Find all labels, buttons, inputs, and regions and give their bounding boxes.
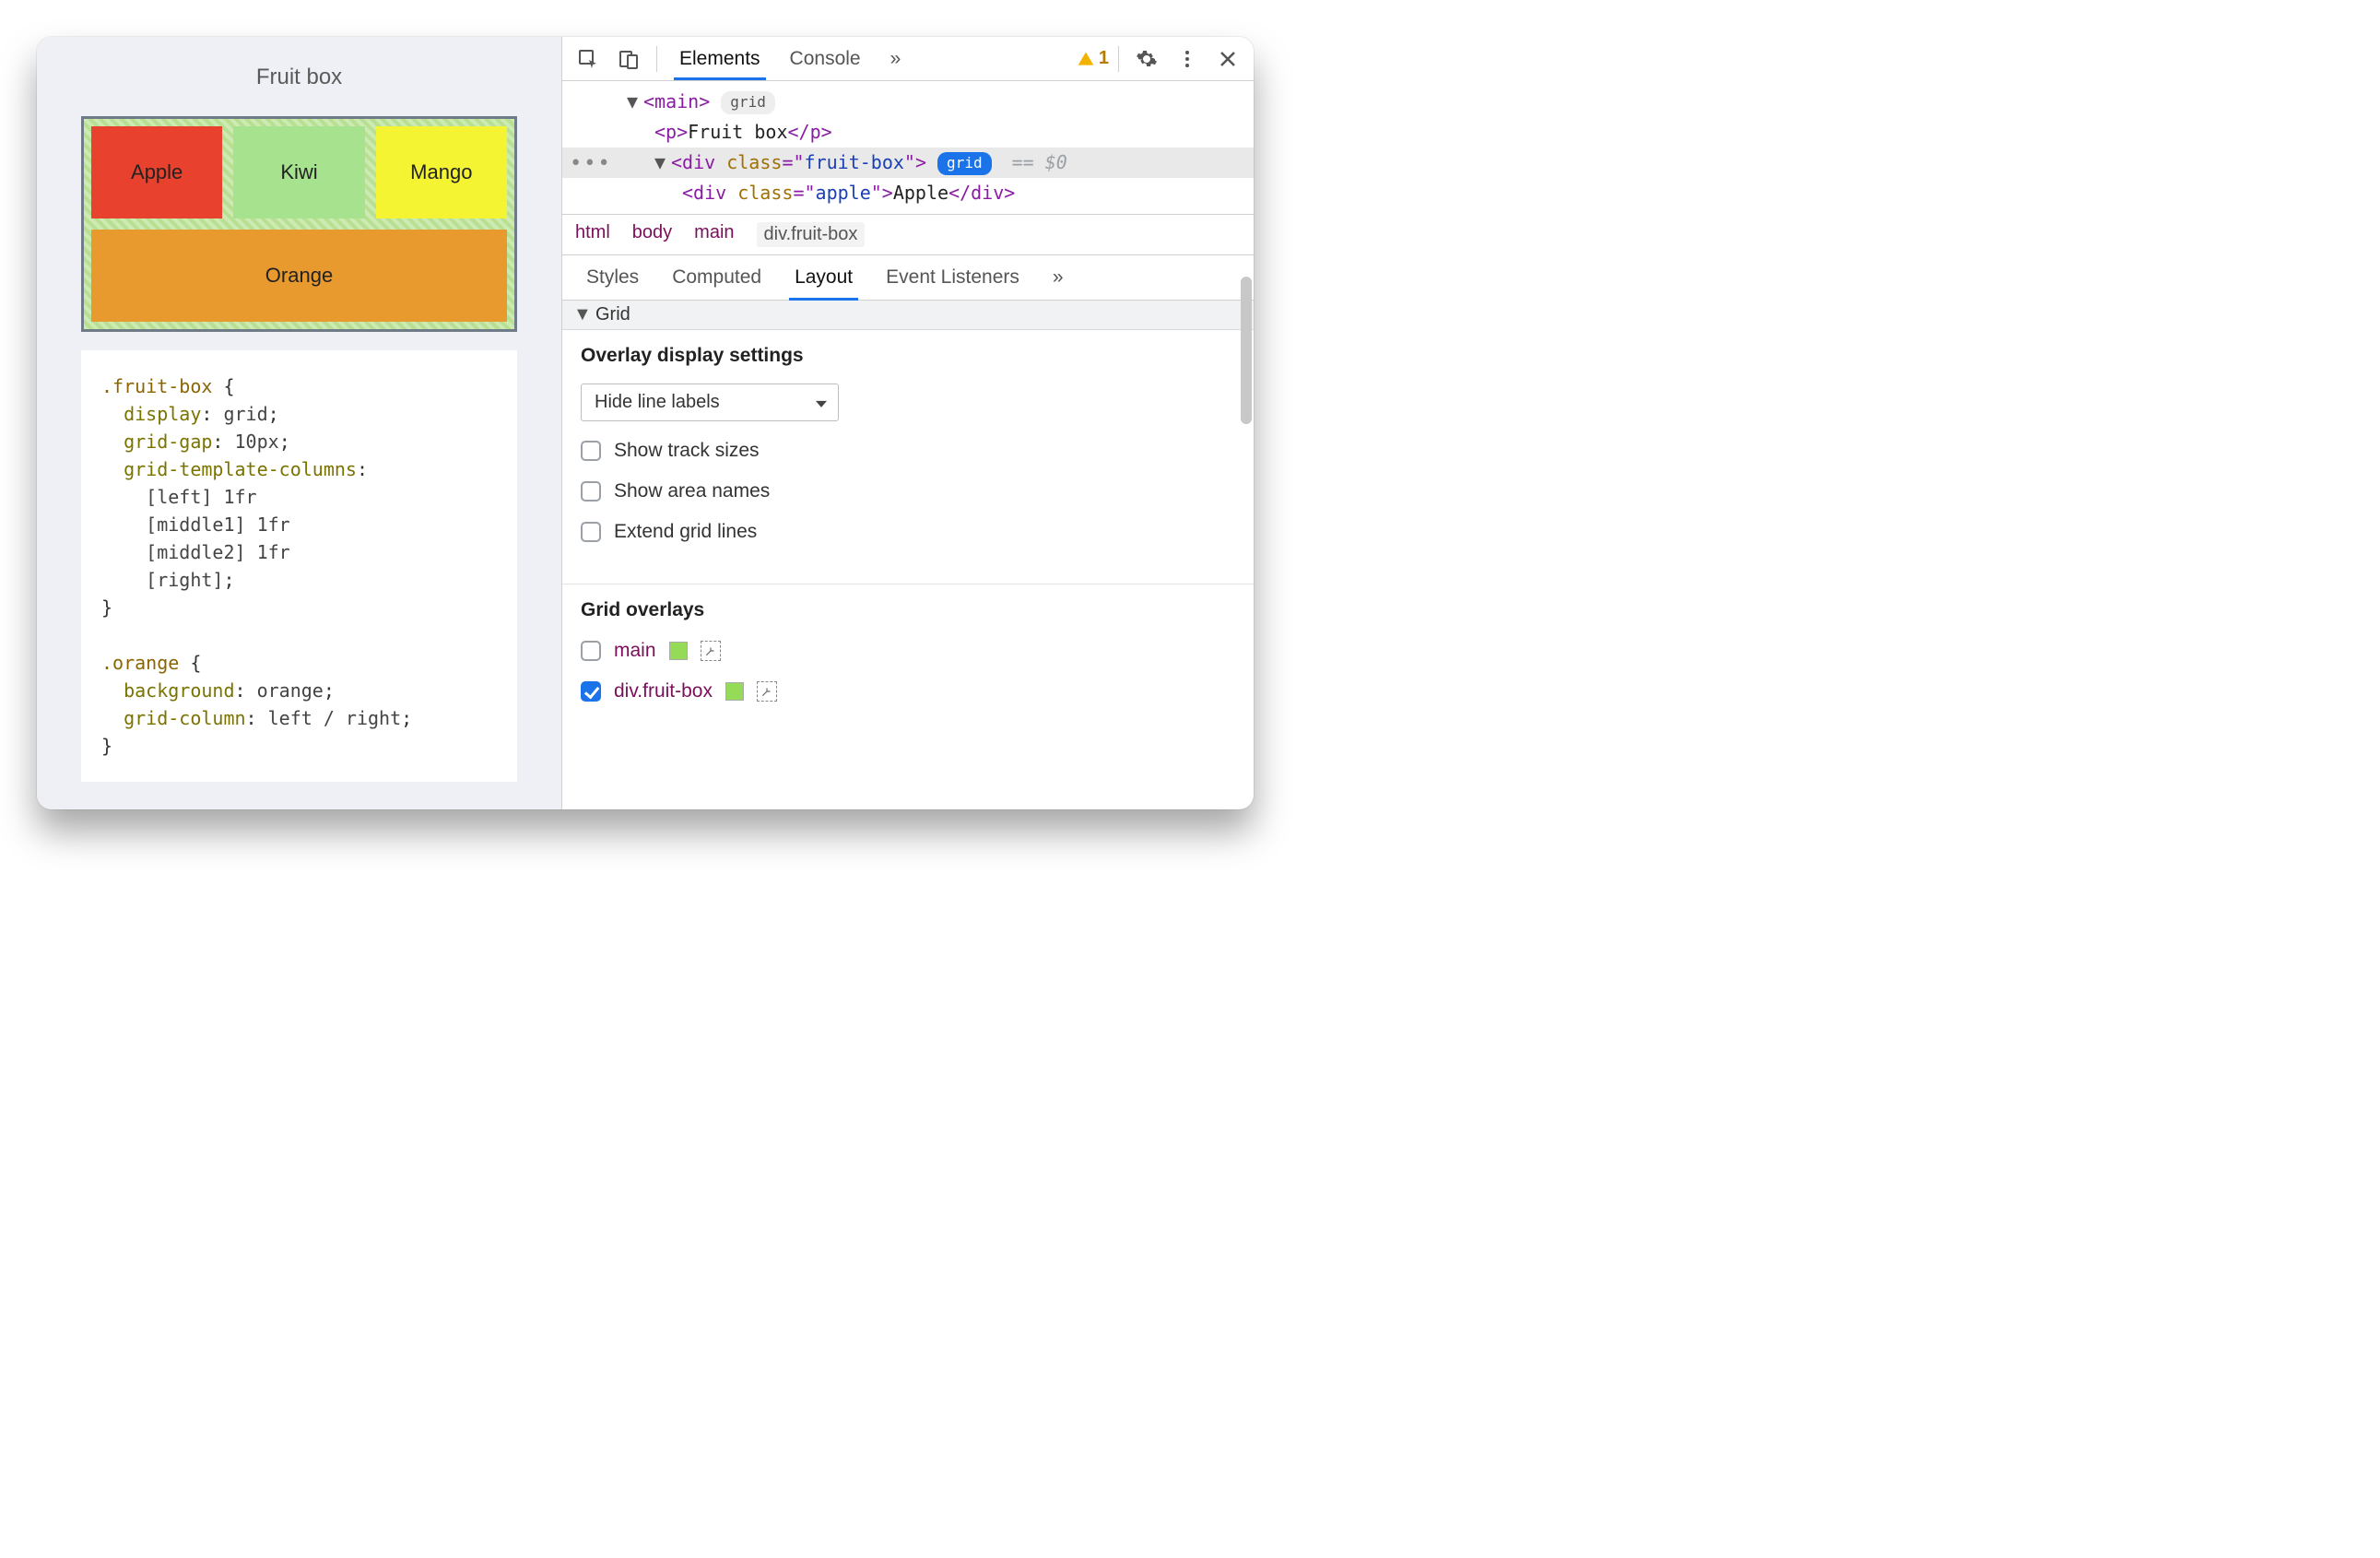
subtab-more[interactable]: » bbox=[1038, 255, 1078, 300]
devtools-pane: Elements Console » 1 ▼<main> grid bbox=[562, 37, 1254, 809]
checkbox-icon[interactable] bbox=[581, 441, 601, 461]
dom-node-main[interactable]: ▼<main> grid bbox=[562, 87, 1254, 117]
kebab-menu-icon[interactable] bbox=[1169, 41, 1206, 77]
subtab-styles[interactable]: Styles bbox=[571, 255, 654, 300]
grid-overlays-panel: Grid overlays main div.fruit-box bbox=[562, 584, 1254, 743]
fruit-box-grid: Apple Kiwi Mango Orange bbox=[91, 126, 507, 322]
dom-node-fruit-box[interactable]: ••• ▼<div class="fruit-box"> grid == $0 bbox=[562, 148, 1254, 178]
cell-apple: Apple bbox=[91, 126, 222, 218]
checkbox-label: Show track sizes bbox=[614, 440, 760, 462]
styles-subtabs: Styles Computed Layout Event Listeners » bbox=[562, 255, 1254, 301]
crumb-html[interactable]: html bbox=[575, 222, 610, 247]
devtools-toolbar: Elements Console » 1 bbox=[562, 37, 1254, 81]
crumb-main[interactable]: main bbox=[694, 222, 734, 247]
subtab-computed[interactable]: Computed bbox=[657, 255, 776, 300]
gear-icon[interactable] bbox=[1128, 41, 1165, 77]
tab-more[interactable]: » bbox=[878, 39, 914, 79]
device-toggle-icon[interactable] bbox=[610, 41, 647, 77]
section-grid-title: Grid bbox=[595, 304, 630, 325]
inspect-element-icon[interactable] bbox=[570, 41, 607, 77]
tab-console[interactable]: Console bbox=[777, 39, 874, 79]
crumb-fruit-box[interactable]: div.fruit-box bbox=[757, 222, 866, 247]
overlay-display-settings: Overlay display settings Hide line label… bbox=[562, 330, 1254, 584]
grid-badge[interactable]: grid bbox=[721, 91, 775, 114]
checkbox-icon[interactable] bbox=[581, 481, 601, 502]
highlight-element-icon[interactable] bbox=[757, 681, 777, 702]
checkbox-icon[interactable] bbox=[581, 681, 601, 702]
overlay-name: div.fruit-box bbox=[614, 680, 713, 702]
highlight-element-icon[interactable] bbox=[701, 641, 721, 661]
color-swatch[interactable] bbox=[669, 642, 688, 660]
dom-node-p[interactable]: <p>Fruit box</p> bbox=[562, 117, 1254, 148]
app-window: Fruit box Apple Kiwi Mango Orange .fruit… bbox=[37, 37, 1254, 809]
page-preview-pane: Fruit box Apple Kiwi Mango Orange .fruit… bbox=[37, 37, 562, 809]
fruit-box-container: Apple Kiwi Mango Orange bbox=[81, 116, 517, 332]
selected-node-marker: == $0 bbox=[1012, 151, 1067, 173]
checkbox-label: Show area names bbox=[614, 480, 770, 502]
subtab-event-listeners[interactable]: Event Listeners bbox=[871, 255, 1034, 300]
checkbox-extend-grid-lines[interactable]: Extend grid lines bbox=[581, 521, 1235, 543]
grid-badge[interactable]: grid bbox=[937, 152, 992, 175]
checkbox-show-track-sizes[interactable]: Show track sizes bbox=[581, 440, 1235, 462]
cell-kiwi: Kiwi bbox=[233, 126, 364, 218]
toolbar-separator bbox=[656, 46, 657, 72]
section-grid-header[interactable]: ▼Grid bbox=[562, 301, 1254, 330]
color-swatch[interactable] bbox=[725, 682, 744, 701]
overlay-item-fruit-box[interactable]: div.fruit-box bbox=[581, 680, 1235, 702]
css-code-block: .fruit-box { display: grid; grid-gap: 10… bbox=[81, 350, 517, 782]
checkbox-show-area-names[interactable]: Show area names bbox=[581, 480, 1235, 502]
cell-mango: Mango bbox=[376, 126, 507, 218]
checkbox-label: Extend grid lines bbox=[614, 521, 757, 543]
dom-row-actions-icon[interactable]: ••• bbox=[570, 148, 612, 180]
overlay-settings-heading: Overlay display settings bbox=[581, 345, 1235, 367]
dom-node-apple[interactable]: <div class="apple">Apple</div> bbox=[562, 178, 1254, 208]
dom-breadcrumb: html body main div.fruit-box bbox=[562, 215, 1254, 255]
scrollbar[interactable] bbox=[1241, 83, 1252, 806]
cell-orange: Orange bbox=[91, 230, 507, 322]
close-icon[interactable] bbox=[1209, 41, 1246, 77]
line-labels-select-value: Hide line labels bbox=[595, 392, 720, 412]
tab-elements[interactable]: Elements bbox=[666, 39, 773, 79]
toolbar-separator bbox=[1118, 46, 1119, 72]
checkbox-icon[interactable] bbox=[581, 641, 601, 661]
line-labels-select[interactable]: Hide line labels bbox=[581, 384, 839, 421]
checkbox-icon[interactable] bbox=[581, 522, 601, 542]
dom-tree[interactable]: ▼<main> grid <p>Fruit box</p> ••• ▼<div … bbox=[562, 81, 1254, 215]
scrollbar-thumb[interactable] bbox=[1241, 277, 1252, 424]
crumb-body[interactable]: body bbox=[632, 222, 672, 247]
overlay-item-main[interactable]: main bbox=[581, 640, 1235, 662]
overlay-name: main bbox=[614, 640, 656, 662]
grid-overlays-heading: Grid overlays bbox=[581, 599, 1235, 621]
preview-title: Fruit box bbox=[81, 65, 517, 90]
subtab-layout[interactable]: Layout bbox=[780, 255, 867, 300]
warning-count: 1 bbox=[1099, 48, 1109, 69]
warning-indicator[interactable]: 1 bbox=[1077, 48, 1109, 69]
